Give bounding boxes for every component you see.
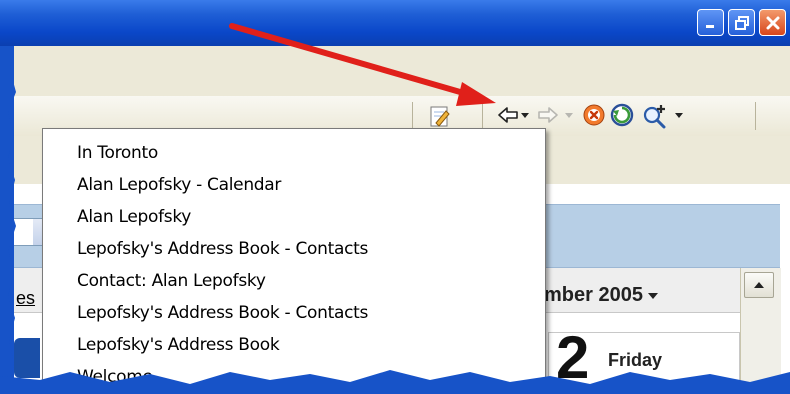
chevron-up-icon <box>754 282 764 288</box>
caption-buttons <box>697 9 786 36</box>
calendar-date-graphic <box>14 338 40 378</box>
history-menu-item[interactable]: Lepofsky's Address Book <box>77 335 280 355</box>
calendar-month-title[interactable]: mber 2005 <box>544 284 659 307</box>
minimize-icon <box>705 24 714 28</box>
restore-icon <box>734 15 749 30</box>
calendar-day-number: 2 <box>556 324 590 391</box>
history-menu-item[interactable]: Contact: Alan Lepofsky <box>77 271 266 291</box>
dropdown-arrow-icon[interactable] <box>674 112 684 120</box>
calendar-month-label: mber 2005 <box>544 284 643 306</box>
history-menu-item[interactable]: Lepofsky's Address Book - Contacts <box>77 303 368 323</box>
history-menu-item[interactable]: Lepofsky's Address Book - Contacts <box>77 239 368 259</box>
toolbar-separator <box>482 104 483 130</box>
calendar-day-name: Friday <box>608 350 663 370</box>
restore-button[interactable] <box>728 9 755 36</box>
chevron-down-icon <box>647 293 658 299</box>
back-arrow-icon[interactable] <box>496 103 520 127</box>
history-menu-item[interactable]: Alan Lepofsky - Calendar <box>77 175 281 195</box>
history-menu-item[interactable]: In Toronto <box>77 143 158 163</box>
history-menu-item[interactable]: Alan Lepofsky <box>77 207 191 227</box>
close-icon <box>766 16 779 29</box>
window-left-border <box>0 46 14 394</box>
close-button[interactable] <box>759 9 786 36</box>
back-history-menu: In Toronto Alan Lepofsky - Calendar Alan… <box>42 128 546 394</box>
toolbar-separator <box>755 102 756 130</box>
refresh-icon[interactable] <box>610 103 636 127</box>
stop-icon[interactable] <box>582 103 606 127</box>
minimize-button[interactable] <box>697 9 724 36</box>
history-menu-item[interactable]: Welcome <box>77 367 153 387</box>
zoom-icon[interactable] <box>642 103 670 129</box>
edit-icon[interactable] <box>428 103 452 129</box>
calendar-nav-link[interactable]: es <box>16 288 35 309</box>
browser-window: es mber 2005 2 Friday In Toronto Alan Le… <box>0 0 790 394</box>
dropdown-arrow-icon[interactable] <box>564 112 574 120</box>
toolbar-separator <box>412 102 413 130</box>
title-bar <box>0 0 790 46</box>
dropdown-arrow-icon[interactable] <box>520 112 530 120</box>
scroll-up-button[interactable] <box>744 272 774 298</box>
forward-arrow-icon[interactable] <box>536 103 560 127</box>
menu-bar <box>0 46 790 97</box>
